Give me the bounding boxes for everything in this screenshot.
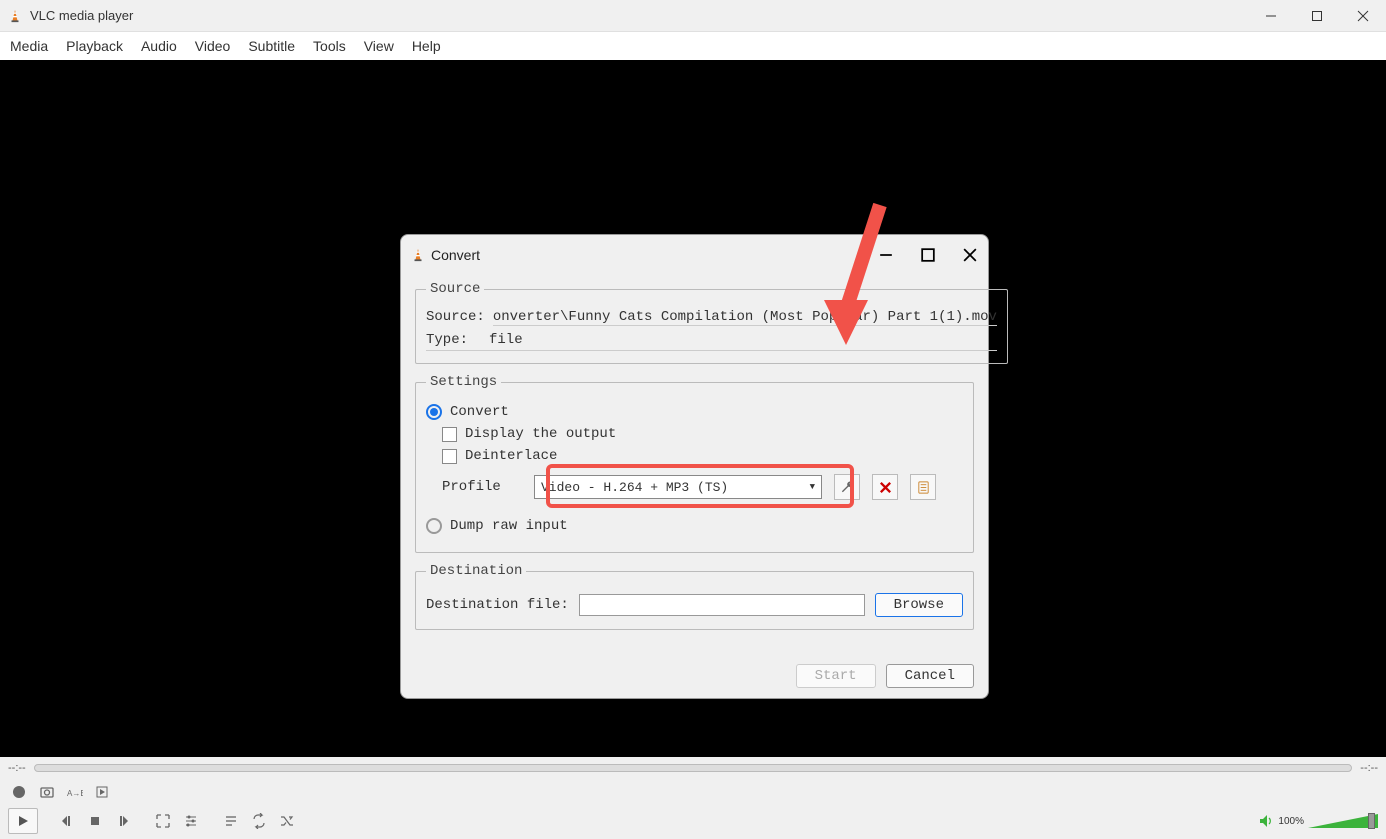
main-titlebar: VLC media player — [0, 0, 1386, 32]
profile-select[interactable]: Video - H.264 + MP3 (TS) ▼ — [534, 475, 822, 499]
deinterlace-checkbox[interactable]: Deinterlace — [442, 448, 963, 464]
main-window-title: VLC media player — [30, 8, 133, 23]
display-output-checkbox[interactable]: Display the output — [442, 426, 963, 442]
shuffle-button[interactable] — [276, 810, 298, 832]
seekbar: --:-- --:-- — [0, 757, 1386, 778]
source-path-field[interactable]: onverter\Funny Cats Compilation (Most Po… — [493, 309, 997, 326]
menu-video[interactable]: Video — [195, 38, 231, 54]
dump-raw-radio[interactable]: Dump raw input — [426, 518, 963, 534]
new-profile-button[interactable] — [910, 474, 936, 500]
cancel-button[interactable]: Cancel — [886, 664, 974, 688]
checkbox-icon — [442, 427, 457, 442]
source-label: Source: — [426, 309, 485, 325]
speaker-icon[interactable] — [1258, 813, 1274, 829]
svg-text:A→B: A→B — [67, 789, 83, 798]
dialog-title: Convert — [431, 247, 480, 263]
radio-icon — [426, 404, 442, 420]
loop-button[interactable] — [248, 810, 270, 832]
deinterlace-label: Deinterlace — [465, 448, 557, 464]
extended-settings-button[interactable] — [180, 810, 202, 832]
skip-back-button[interactable] — [56, 810, 78, 832]
edit-profile-button[interactable] — [834, 474, 860, 500]
dialog-minimize-button[interactable] — [878, 247, 894, 263]
elapsed-time[interactable]: --:-- — [8, 762, 26, 774]
frame-step-button[interactable] — [92, 781, 114, 803]
vlc-cone-icon — [411, 248, 425, 262]
destination-file-input[interactable] — [579, 594, 865, 616]
snapshot-button[interactable] — [36, 781, 58, 803]
fullscreen-button[interactable] — [152, 810, 174, 832]
convert-radio[interactable]: Convert — [426, 404, 963, 420]
browse-button[interactable]: Browse — [875, 593, 963, 617]
destination-legend: Destination — [426, 563, 526, 579]
dump-raw-label: Dump raw input — [450, 518, 568, 534]
menu-subtitle[interactable]: Subtitle — [248, 38, 295, 54]
source-legend: Source — [426, 281, 484, 297]
type-value: file — [489, 332, 523, 348]
convert-dialog: Convert Source Source: onverter\Funny Ca… — [400, 234, 989, 699]
maximize-button[interactable] — [1294, 0, 1340, 32]
vlc-cone-icon — [8, 9, 22, 23]
type-label: Type: — [426, 332, 481, 348]
settings-fieldset: Settings Convert Display the output Dein… — [415, 374, 974, 553]
player-controls: A→B 100% — [0, 778, 1386, 839]
record-button[interactable] — [8, 781, 30, 803]
menu-view[interactable]: View — [364, 38, 394, 54]
x-icon — [878, 480, 893, 495]
remaining-time[interactable]: --:-- — [1360, 762, 1378, 774]
playlist-button[interactable] — [220, 810, 242, 832]
settings-legend: Settings — [426, 374, 501, 390]
destination-fieldset: Destination Destination file: Browse — [415, 563, 974, 630]
source-fieldset: Source Source: onverter\Funny Cats Compi… — [415, 281, 1008, 364]
menu-playback[interactable]: Playback — [66, 38, 123, 54]
play-button[interactable] — [8, 808, 38, 834]
wrench-icon — [840, 480, 855, 495]
dialog-close-button[interactable] — [962, 247, 978, 263]
new-icon — [916, 480, 931, 495]
menu-media[interactable]: Media — [10, 38, 48, 54]
radio-icon — [426, 518, 442, 534]
profile-label: Profile — [442, 479, 522, 495]
menu-audio[interactable]: Audio — [141, 38, 177, 54]
close-button[interactable] — [1340, 0, 1386, 32]
menubar: Media Playback Audio Video Subtitle Tool… — [0, 32, 1386, 60]
stop-button[interactable] — [84, 810, 106, 832]
menu-help[interactable]: Help — [412, 38, 441, 54]
checkbox-icon — [442, 449, 457, 464]
volume-slider[interactable] — [1308, 814, 1378, 828]
skip-forward-button[interactable] — [112, 810, 134, 832]
display-output-label: Display the output — [465, 426, 616, 442]
dialog-titlebar: Convert — [401, 235, 988, 275]
chevron-down-icon: ▼ — [810, 482, 815, 492]
menu-tools[interactable]: Tools — [313, 38, 346, 54]
start-button[interactable]: Start — [796, 664, 876, 688]
delete-profile-button[interactable] — [872, 474, 898, 500]
atob-loop-button[interactable]: A→B — [64, 781, 86, 803]
profile-selected-value: Video - H.264 + MP3 (TS) — [541, 480, 728, 495]
minimize-button[interactable] — [1248, 0, 1294, 32]
video-area: Convert Source Source: onverter\Funny Ca… — [0, 60, 1386, 757]
seek-slider[interactable] — [34, 764, 1353, 772]
convert-radio-label: Convert — [450, 404, 509, 420]
destination-file-label: Destination file: — [426, 597, 569, 613]
volume-percent: 100% — [1278, 816, 1304, 827]
dialog-maximize-button[interactable] — [920, 247, 936, 263]
